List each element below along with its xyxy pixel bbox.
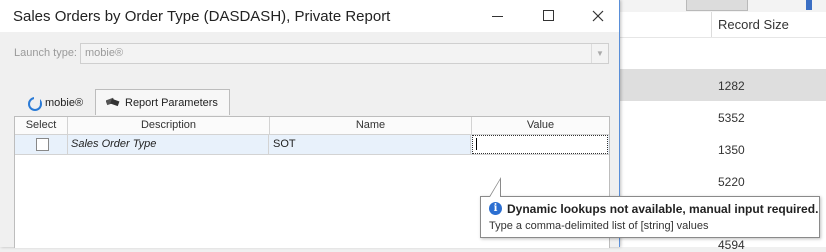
dialog-titlebar[interactable]: Sales Orders by Order Type (DASDASH), Pr… [0, 0, 619, 32]
launch-type-value: mobie® [85, 47, 124, 59]
tooltip-title: Dynamic lookups not available, manual in… [507, 202, 819, 216]
dialog-title: Sales Orders by Order Type (DASDASH), Pr… [13, 8, 391, 25]
background-toolbar-button[interactable] [686, 0, 748, 11]
close-icon [592, 10, 604, 22]
value-input[interactable] [472, 135, 608, 154]
record-size-cell: 1350 [718, 143, 745, 157]
info-icon: i [489, 202, 502, 215]
tooltip-pointer-fill [490, 180, 500, 197]
minimize-button[interactable] [476, 4, 520, 28]
maximize-button[interactable] [526, 4, 570, 28]
input-hint-tooltip: i Dynamic lookups not available, manual … [480, 196, 820, 238]
background-toolbar-indicator [806, 0, 812, 10]
select-cell [15, 135, 68, 154]
column-header-name[interactable]: Name [270, 117, 472, 135]
record-size-column-header[interactable]: Record Size [718, 17, 789, 32]
text-caret [476, 138, 477, 150]
tab-mobie[interactable]: mobie® [20, 91, 94, 114]
description-cell: Sales Order Type [68, 135, 269, 154]
column-header-select[interactable]: Select [15, 117, 68, 135]
tab-mobie-label: mobie® [45, 97, 84, 109]
column-header-description[interactable]: Description [68, 117, 270, 135]
record-size-cell: 5220 [718, 175, 745, 189]
chevron-down-icon[interactable]: ▼ [591, 44, 608, 63]
close-button[interactable] [576, 4, 620, 28]
parameters-icon [106, 97, 120, 107]
tooltip-text: Type a comma-delimited list of [string] … [489, 220, 709, 232]
select-checkbox[interactable] [36, 138, 49, 151]
record-size-cell: 1282 [718, 79, 745, 93]
tab-report-parameters-label: Report Parameters [125, 97, 218, 109]
table-row[interactable]: Sales Order Type SOT [15, 135, 609, 155]
column-header-value[interactable]: Value [472, 117, 609, 135]
minimize-icon [492, 16, 503, 17]
maximize-icon [543, 10, 554, 21]
record-size-cell: 5352 [718, 111, 745, 125]
background-column-divider [711, 12, 712, 37]
launch-type-select[interactable]: mobie® ▼ [80, 43, 609, 64]
launch-type-label: Launch type: [14, 47, 77, 59]
mobie-icon [28, 97, 42, 111]
record-size-cell: 4594 [718, 238, 745, 252]
name-cell: SOT [270, 135, 471, 154]
tab-report-parameters[interactable]: Report Parameters [95, 89, 230, 115]
